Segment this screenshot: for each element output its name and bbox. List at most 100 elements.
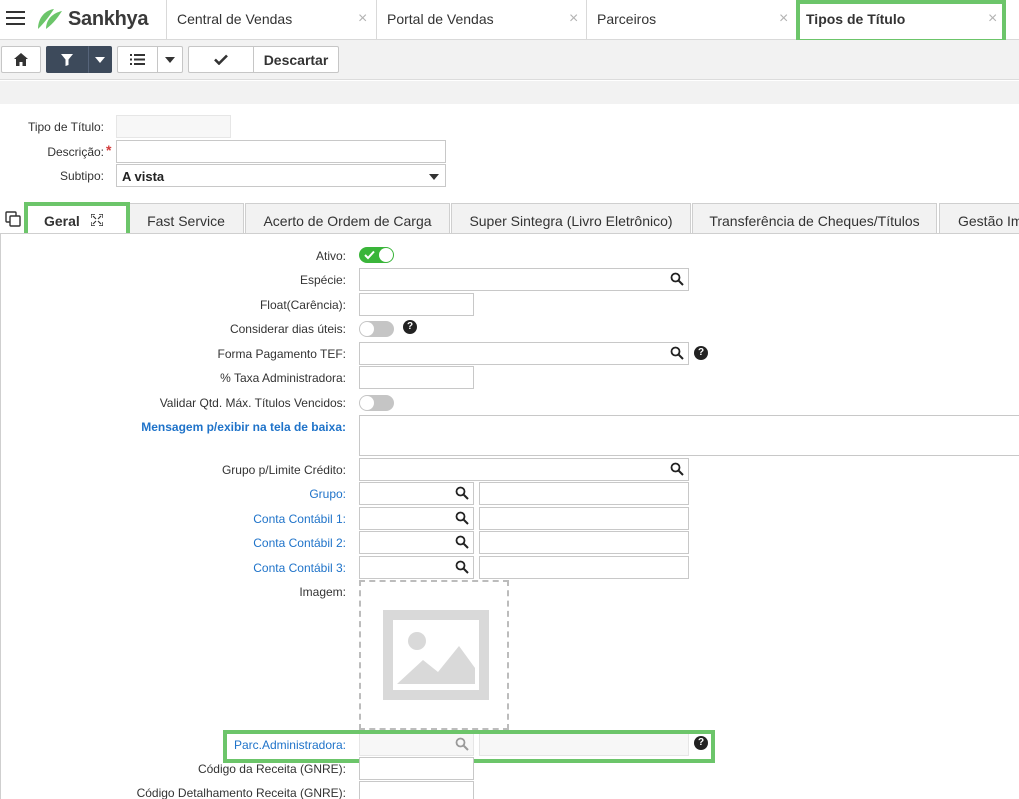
check-icon (214, 54, 228, 65)
subtipo-label: Subtipo: (59, 169, 104, 183)
conta2-description-field (479, 531, 689, 554)
descricao-label: Descrição: (47, 145, 104, 159)
chevron-down-icon (95, 57, 105, 63)
dias-uteis-label: Considerar dias úteis: (229, 322, 346, 336)
ativo-toggle[interactable] (359, 247, 394, 263)
tab-fast-service[interactable]: Fast Service (128, 203, 244, 234)
tab-label: Parceiros (597, 11, 657, 27)
check-icon (364, 250, 375, 260)
chevron-down-icon (429, 174, 439, 180)
tab-label: Fast Service (147, 213, 225, 229)
mensagem-label[interactable]: Mensagem p/exibir na tela de baixa: (141, 420, 346, 434)
subtipo-select[interactable]: A vista (116, 164, 446, 187)
taxa-label: % Taxa Administradora: (220, 371, 346, 385)
form-tabs: Geral Fast Service Acerto de Ordem de Ca… (0, 203, 1019, 234)
sankhya-logo[interactable]: Sankhya (36, 6, 148, 32)
discard-label: Descartar (263, 51, 329, 68)
close-icon[interactable]: × (988, 10, 997, 28)
taxa-input[interactable] (359, 366, 474, 389)
search-icon[interactable] (455, 511, 469, 525)
close-icon[interactable]: × (358, 10, 367, 28)
home-icon (14, 53, 28, 66)
parc-description-field (479, 733, 689, 756)
codigo-receita-input[interactable] (359, 757, 474, 780)
imagem-label: Imagem: (299, 585, 346, 599)
codigo-detalhamento-label: Código Detalhamento Receita (GNRE): (136, 786, 346, 799)
tab-parceiros[interactable]: Parceiros × (586, 0, 796, 40)
help-icon[interactable]: ? (403, 320, 417, 334)
filter-button[interactable] (46, 46, 88, 73)
chevron-down-icon (165, 57, 175, 63)
tipo-titulo-label: Tipo de Título: (27, 120, 104, 134)
grupo-description-field (479, 482, 689, 505)
search-icon[interactable] (670, 462, 684, 476)
image-placeholder-icon (383, 610, 489, 700)
list-icon (130, 54, 145, 65)
float-input[interactable] (359, 293, 474, 316)
help-icon[interactable]: ? (694, 346, 708, 360)
copy-icon[interactable] (5, 211, 21, 227)
home-button[interactable] (1, 46, 41, 73)
conta1-description-field (479, 507, 689, 530)
tab-label: Geral (44, 213, 80, 229)
toolbar: Descartar (0, 40, 1019, 80)
close-icon[interactable]: × (779, 10, 788, 28)
confirm-button[interactable] (188, 46, 254, 73)
hamburger-menu-icon[interactable] (6, 11, 25, 27)
brand-name: Sankhya (68, 7, 149, 30)
tab-central-de-vendas[interactable]: Central de Vendas × (166, 0, 374, 40)
search-icon[interactable] (455, 560, 469, 574)
conta1-code-input[interactable] (359, 507, 474, 530)
image-upload-area[interactable] (359, 580, 509, 730)
validar-toggle[interactable] (359, 395, 394, 411)
tab-label: Central de Vendas (177, 11, 293, 27)
tab-super-sintegra[interactable]: Super Sintegra (Livro Eletrônico) (451, 203, 691, 234)
tab-transferencia-cheques[interactable]: Transferência de Cheques/Títulos (692, 203, 937, 234)
forma-pagamento-input[interactable] (359, 342, 689, 365)
subtipo-value: A vista (122, 169, 165, 184)
search-icon[interactable] (670, 272, 684, 286)
tab-gestao[interactable]: Gestão Im (939, 203, 1019, 234)
tab-tipos-de-titulo[interactable]: Tipos de Título × (796, 0, 1006, 40)
tab-geral[interactable]: Geral (25, 203, 128, 234)
filter-dropdown-button[interactable] (88, 46, 112, 73)
close-icon[interactable]: × (569, 10, 578, 28)
forma-pagamento-label: Forma Pagamento TEF: (217, 347, 347, 361)
conta2-code-input[interactable] (359, 531, 474, 554)
required-marker: * (106, 142, 112, 158)
parc-administradora-label[interactable]: Parc.Administradora: (234, 738, 346, 752)
list-dropdown-button[interactable] (157, 46, 183, 73)
sankhya-leaf-icon (38, 9, 62, 29)
search-icon[interactable] (455, 535, 469, 549)
tab-label: Tipos de Título (806, 11, 906, 27)
dias-uteis-toggle[interactable] (359, 321, 394, 337)
conta1-label[interactable]: Conta Contábil 1: (253, 512, 346, 526)
grupo-limite-input[interactable] (359, 458, 689, 481)
discard-button[interactable]: Descartar (253, 46, 339, 73)
tab-label: Gestão Im (958, 213, 1019, 229)
especie-label: Espécie: (299, 273, 346, 287)
grupo-label[interactable]: Grupo: (309, 487, 346, 501)
tab-portal-de-vendas[interactable]: Portal de Vendas × (376, 0, 586, 40)
conta3-code-input[interactable] (359, 556, 474, 579)
tab-acerto-ordem-carga[interactable]: Acerto de Ordem de Carga (245, 203, 450, 234)
tipo-titulo-field (116, 115, 231, 138)
tab-label: Transferência de Cheques/Títulos (709, 213, 920, 229)
codigo-receita-label: Código da Receita (GNRE): (197, 762, 346, 776)
grupo-code-input[interactable] (359, 482, 474, 505)
codigo-detalhamento-input[interactable] (359, 781, 474, 799)
tab-label: Portal de Vendas (387, 11, 494, 27)
conta3-label[interactable]: Conta Contábil 3: (253, 561, 346, 575)
expand-icon[interactable] (91, 214, 103, 226)
conta2-label[interactable]: Conta Contábil 2: (253, 536, 346, 550)
especie-input[interactable] (359, 268, 689, 291)
descricao-input[interactable] (116, 140, 446, 163)
help-icon[interactable]: ? (694, 736, 708, 750)
list-view-button[interactable] (117, 46, 158, 73)
float-label: Float(Carência): (259, 298, 346, 312)
search-icon[interactable] (455, 486, 469, 500)
search-icon[interactable] (670, 346, 684, 360)
mensagem-textarea[interactable] (359, 415, 1019, 456)
sub-bar (0, 81, 1019, 104)
tab-label: Acerto de Ordem de Carga (263, 213, 432, 229)
